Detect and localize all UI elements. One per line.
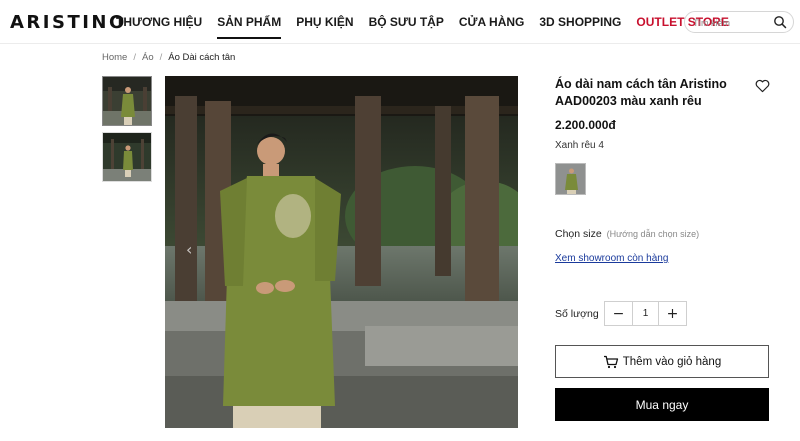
search-icon[interactable] bbox=[773, 15, 787, 29]
quantity-label: Số lượng bbox=[555, 308, 599, 320]
thumbnail-image-1 bbox=[103, 77, 151, 125]
quantity-stepper: − 1 + bbox=[604, 301, 687, 326]
breadcrumb: Home / Áo / Áo Dài cách tân bbox=[102, 52, 235, 63]
quantity-decrease-button[interactable]: − bbox=[605, 302, 632, 325]
nav-item-brand[interactable]: THƯƠNG HIỆU bbox=[116, 15, 202, 29]
quantity-increase-button[interactable]: + bbox=[659, 302, 686, 325]
heart-icon[interactable] bbox=[755, 79, 770, 93]
size-label-text: Chọn size bbox=[555, 228, 602, 240]
size-guide-link[interactable]: (Hướng dẫn chọn size) bbox=[607, 229, 699, 239]
search-box bbox=[684, 11, 794, 33]
breadcrumb-separator: / bbox=[159, 52, 163, 63]
search-input[interactable] bbox=[693, 15, 771, 30]
showroom-availability-link[interactable]: Xem showroom còn hàng bbox=[555, 253, 668, 264]
product-price: 2.200.000đ bbox=[555, 118, 616, 132]
nav-item-collections[interactable]: BỘ SƯU TẬP bbox=[369, 15, 444, 29]
breadcrumb-current: Áo Dài cách tân bbox=[168, 52, 236, 63]
size-selector-label: Chọn size (Hướng dẫn chọn size) bbox=[555, 228, 699, 240]
color-name: Xanh rêu 4 bbox=[555, 140, 604, 151]
cart-icon bbox=[603, 355, 618, 368]
add-to-cart-label: Thêm vào giỏ hàng bbox=[622, 355, 722, 368]
buy-now-button[interactable]: Mua ngay bbox=[555, 388, 769, 421]
nav-item-stores[interactable]: CỬA HÀNG bbox=[459, 15, 525, 29]
quantity-value[interactable]: 1 bbox=[632, 302, 659, 325]
thumbnail-image-2 bbox=[103, 133, 151, 181]
nav-item-3d-shopping[interactable]: 3D SHOPPING bbox=[539, 15, 621, 29]
product-photo bbox=[165, 76, 518, 428]
nav-item-accessories[interactable]: PHỤ KIỆN bbox=[296, 15, 353, 29]
product-title: Áo dài nam cách tân Aristino AAD00203 mà… bbox=[555, 77, 727, 108]
main-nav: THƯƠNG HIỆU SẢN PHẨM PHỤ KIỆN BỘ SƯU TẬP… bbox=[116, 15, 744, 39]
gallery-thumbnail-1[interactable] bbox=[102, 76, 152, 126]
nav-item-products[interactable]: SẢN PHẨM bbox=[217, 15, 282, 39]
breadcrumb-home[interactable]: Home bbox=[102, 52, 127, 63]
gallery-prev-arrow[interactable]: ‹ bbox=[186, 240, 192, 259]
buy-now-label: Mua ngay bbox=[635, 397, 689, 412]
add-to-cart-button[interactable]: Thêm vào giỏ hàng bbox=[555, 345, 769, 378]
site-header: ARISTINO THƯƠNG HIỆU SẢN PHẨM PHỤ KIỆN B… bbox=[0, 0, 800, 44]
breadcrumb-separator: / bbox=[133, 52, 136, 63]
gallery-thumbnail-2[interactable] bbox=[102, 132, 152, 182]
swatch-image bbox=[556, 164, 585, 194]
color-swatch[interactable] bbox=[555, 163, 586, 195]
breadcrumb-category[interactable]: Áo bbox=[142, 52, 154, 63]
brand-logo[interactable]: ARISTINO bbox=[10, 12, 127, 33]
product-main-image bbox=[165, 76, 518, 428]
